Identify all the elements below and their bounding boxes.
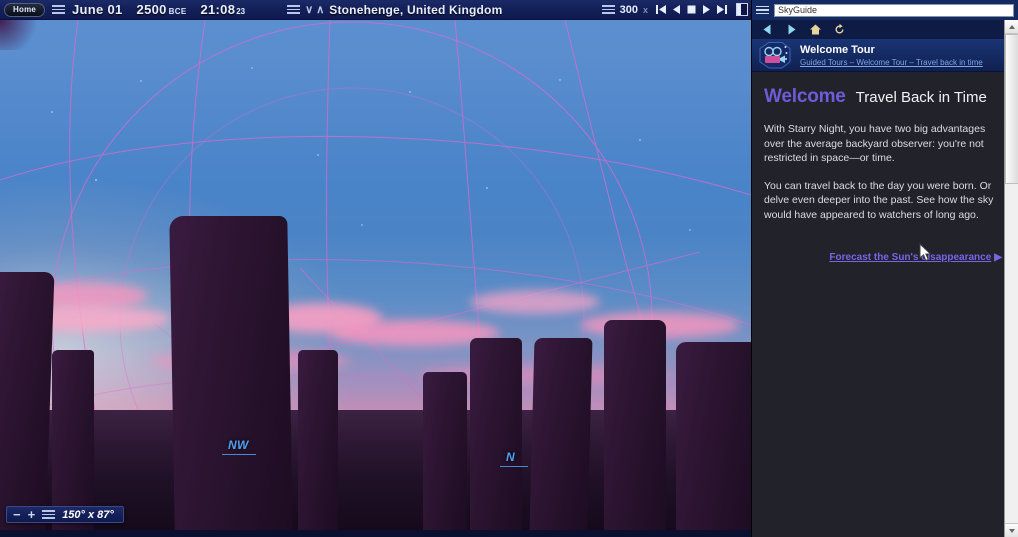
play-button[interactable] (701, 4, 712, 15)
home-icon[interactable] (809, 23, 822, 36)
next-step-label: Forecast the Sun's disappearance (829, 252, 992, 263)
play-reverse-button[interactable] (671, 4, 682, 15)
standing-stone (0, 272, 55, 530)
location-display[interactable]: Stonehenge, United Kingdom (329, 3, 502, 17)
panel-toggle-icon[interactable] (736, 3, 748, 16)
tour-title: Welcome Tour (800, 43, 875, 56)
back-arrow-icon[interactable] (761, 23, 774, 36)
movie-projector-icon (758, 41, 792, 70)
step-forward-button[interactable] (716, 4, 727, 15)
time-display[interactable]: 21:08 (200, 2, 235, 17)
scroll-thumb[interactable] (1005, 34, 1018, 184)
chevron-down-icon[interactable]: ∨ (305, 3, 313, 16)
top-toolbar: Home June 01 2500 BCE 21:08 23 ∨ ∧ Stone… (0, 0, 751, 20)
time-speed-value[interactable]: 300 (620, 4, 638, 16)
panel-scrollbar[interactable] (1004, 20, 1018, 537)
zoom-in-button[interactable]: + (28, 508, 36, 521)
standing-stone (298, 350, 338, 530)
year-display[interactable]: 2500 (137, 2, 167, 17)
tour-breadcrumb[interactable]: Guided Tours – Welcome Tour – Travel bac… (800, 58, 983, 67)
starry-night-window: Home June 01 2500 BCE 21:08 23 ∨ ∧ Stone… (0, 0, 1018, 537)
scroll-up-icon[interactable] (1005, 20, 1018, 34)
next-arrow-icon: ▶ (994, 252, 1002, 263)
standing-stone (52, 350, 94, 530)
forward-arrow-icon[interactable] (785, 23, 798, 36)
playback-controls: 300 x (601, 3, 751, 16)
scroll-down-icon[interactable] (1005, 523, 1018, 537)
refresh-icon[interactable] (833, 23, 846, 36)
standing-stone (470, 338, 522, 530)
date-menu-icon[interactable] (52, 5, 66, 14)
date-display[interactable]: June 01 (72, 2, 123, 17)
standing-stone (529, 338, 593, 530)
heading-accent: Welcome (764, 86, 846, 107)
skyguide-url-input[interactable] (774, 3, 1014, 17)
compass-label-n: N (506, 450, 515, 464)
bottom-strip (0, 530, 751, 537)
tour-body: Welcome Travel Back in Time With Starry … (752, 72, 1018, 263)
page-title: Welcome Travel Back in Time (764, 86, 1004, 108)
seconds-display[interactable]: 23 (236, 7, 245, 16)
tour-header-text: Welcome Tour Guided Tours – Welcome Tour… (800, 44, 983, 67)
skyguide-navbar (752, 20, 1018, 39)
era-display[interactable]: BCE (169, 7, 187, 16)
heading-title: Travel Back in Time (855, 89, 987, 106)
tour-header[interactable]: Welcome Tour Guided Tours – Welcome Tour… (752, 39, 1018, 72)
home-button[interactable]: Home (4, 2, 46, 17)
cloud (470, 290, 600, 314)
tour-paragraph: You can travel back to the day you were … (764, 179, 994, 221)
skyguide-urlbar (752, 0, 1018, 20)
compass-tick (500, 466, 528, 467)
skyguide-menu-icon[interactable] (756, 5, 769, 15)
compass-label-nw: NW (228, 438, 249, 452)
chevron-up-icon[interactable]: ∧ (316, 3, 324, 16)
tour-paragraph: With Starry Night, you have two big adva… (764, 123, 986, 164)
speed-menu-icon[interactable] (601, 5, 615, 14)
skyguide-panel: Welcome Tour Guided Tours – Welcome Tour… (751, 0, 1018, 537)
field-of-view-widget[interactable]: − + 150° x 87° (6, 506, 124, 523)
standing-stone (676, 342, 751, 530)
time-speed-unit: x (642, 4, 648, 15)
stop-button[interactable] (686, 4, 697, 15)
location-menu-icon[interactable] (287, 5, 301, 14)
step-back-button[interactable] (656, 4, 667, 15)
fov-menu-icon[interactable] (42, 510, 56, 519)
sky-view[interactable]: NW N − + 150° x 87° (0, 20, 751, 530)
fov-value: 150° x 87° (62, 508, 114, 521)
zoom-out-button[interactable]: − (13, 508, 21, 521)
standing-stone (604, 320, 666, 530)
standing-stone (169, 216, 293, 530)
compass-tick (222, 454, 256, 455)
standing-stone (423, 372, 467, 530)
next-step-link[interactable]: Forecast the Sun's disappearance ▶ (764, 252, 1004, 263)
